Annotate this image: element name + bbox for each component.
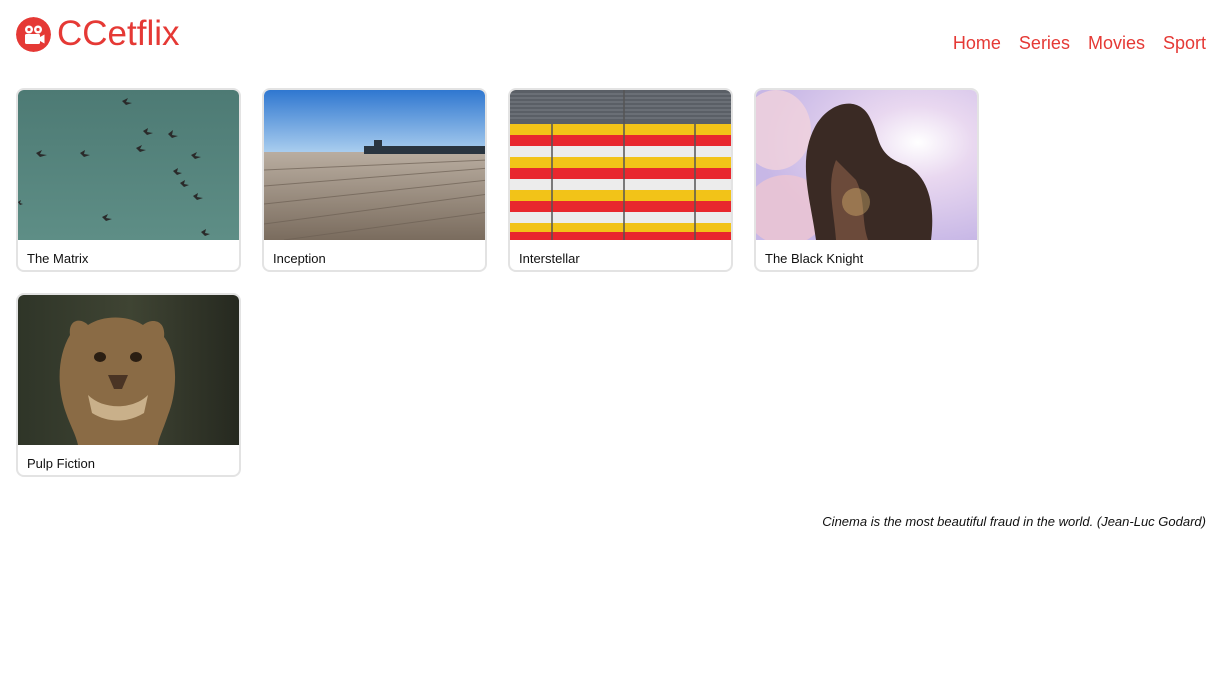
movie-title: Interstellar — [519, 251, 580, 266]
movie-title: The Black Knight — [765, 251, 864, 266]
movie-card[interactable]: The Black Knight — [754, 88, 979, 272]
striped-wall-image — [510, 90, 731, 240]
nav-series[interactable]: Series — [1019, 31, 1070, 55]
birds-sky-image — [18, 90, 239, 240]
main-nav: Home Series Movies Sport — [953, 31, 1206, 55]
logo-text: CCetflix — [57, 14, 180, 53]
movie-title: Inception — [273, 251, 326, 266]
header: CCetflix Home Series Movies Sport — [0, 0, 1221, 80]
movie-title: Pulp Fiction — [27, 456, 95, 471]
lioness-image — [18, 295, 239, 445]
woman-sun-image — [756, 90, 977, 240]
nav-sport[interactable]: Sport — [1163, 31, 1206, 55]
wooden-pier-image — [264, 90, 485, 240]
camera-icon — [16, 16, 51, 52]
footer-quote: Cinema is the most beautiful fraud in th… — [822, 514, 1206, 529]
movie-thumbnail — [756, 90, 977, 240]
movie-thumbnail — [18, 295, 239, 445]
logo[interactable]: CCetflix — [16, 14, 180, 54]
movie-card[interactable]: The Matrix — [16, 88, 241, 272]
movie-card[interactable]: Inception — [262, 88, 487, 272]
nav-home[interactable]: Home — [953, 31, 1001, 55]
nav-movies[interactable]: Movies — [1088, 31, 1145, 55]
movie-thumbnail — [264, 90, 485, 240]
movie-thumbnail — [510, 90, 731, 240]
movie-thumbnail — [18, 90, 239, 240]
movie-card[interactable]: Interstellar — [508, 88, 733, 272]
movie-title: The Matrix — [27, 251, 89, 266]
movie-card[interactable]: Pulp Fiction — [16, 293, 241, 477]
